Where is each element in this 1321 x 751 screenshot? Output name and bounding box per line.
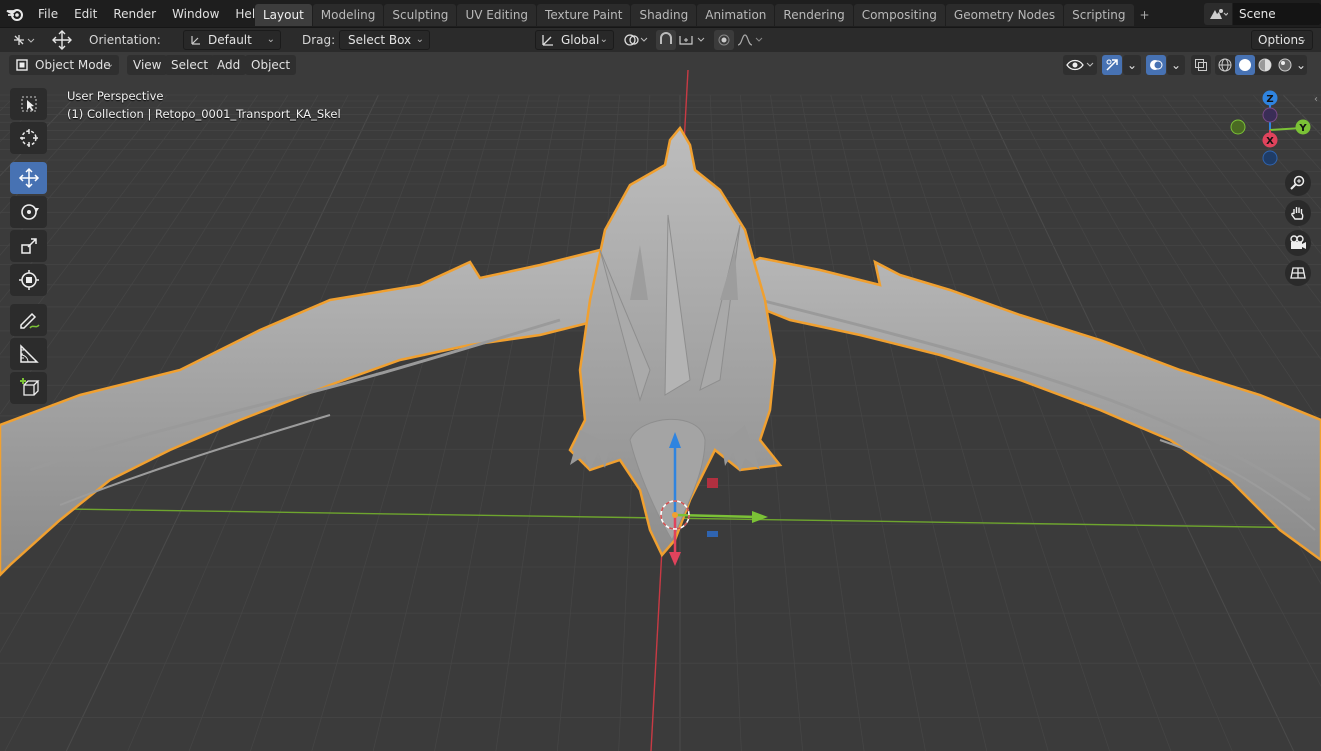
menu-render[interactable]: Render [105,0,164,28]
object-menu[interactable]: Object [245,55,297,75]
sidebar-toggle-icon[interactable]: ‹ [1314,94,1318,105]
chevron-down-icon: ⌄ [1298,34,1307,45]
gizmo-y-label: Y [1298,123,1307,134]
wireframe-shading-icon[interactable] [1215,55,1235,75]
orientation-value: Default [208,33,252,47]
object-mode-dropdown[interactable]: Object Mode ⌄ [9,55,119,75]
top-bar: File Edit Render Window Help Layout Mode… [0,0,1321,28]
snap-toggle-icon[interactable] [656,30,676,50]
tab-geometry-nodes[interactable]: Geometry Nodes [945,4,1064,26]
scene-selector[interactable]: Scene [1204,3,1321,25]
drag-label: Drag: [302,33,336,47]
tab-modeling[interactable]: Modeling [312,4,384,26]
tab-shading[interactable]: Shading [631,4,697,26]
visibility-icon[interactable] [1063,55,1097,75]
cursor-icon[interactable] [10,122,47,154]
rotate-icon[interactable] [10,196,47,228]
move-tool-icon[interactable] [49,30,75,50]
drag-value: Select Box [348,33,412,47]
falloff-curve-icon[interactable] [736,30,766,50]
pivot-point-icon[interactable] [620,30,652,50]
add-cube-icon[interactable] [10,372,47,404]
transform-pivot-icon[interactable] [9,30,39,50]
chevron-down-icon: ⌄ [415,34,424,45]
view-menu[interactable]: View [127,55,168,75]
viewport-header: Object Mode ⌄ View Select Add Object ⌄ ⌄… [0,52,1321,78]
chevron-down-icon: ⌄ [105,59,114,70]
global-axis-icon [542,35,553,46]
overlays-toggle-icon[interactable] [1146,55,1166,75]
perspective-label: User Perspective [67,89,164,103]
scale-icon[interactable] [10,230,47,262]
chevron-down-icon[interactable]: ⌄ [1123,55,1141,75]
blender-logo-icon[interactable] [0,0,30,28]
gizmo-x-label: X [1266,136,1274,147]
transform-orientation-value: Global [561,33,600,47]
tab-layout[interactable]: Layout [255,4,312,26]
select-box-icon[interactable] [10,88,47,120]
grid-view-icon[interactable] [1285,260,1311,286]
chevron-down-icon: ⌄ [266,34,275,45]
menu-file[interactable]: File [30,0,66,28]
solid-shading-icon[interactable] [1235,55,1255,75]
left-toolbar [10,88,48,406]
axis-orientation-icon [191,36,200,45]
hand-pan-icon[interactable] [1285,200,1311,226]
tab-scripting[interactable]: Scripting [1064,4,1134,26]
viewport-info: User Perspective (1) Collection | Retopo… [67,87,341,123]
transform-icon[interactable] [10,264,47,296]
gizmo-toggle-icon[interactable] [1102,55,1122,75]
add-workspace-icon[interactable]: + [1135,4,1155,26]
orientation-label: Orientation: [89,33,161,47]
rendered-shading-icon[interactable] [1275,55,1295,75]
collection-label: (1) Collection | Retopo_0001_Transport_K… [67,107,341,121]
drag-dropdown[interactable]: Select Box ⌄ [339,30,430,50]
scene-icon[interactable] [1204,3,1232,25]
workspace-tabs: Layout Modeling Sculpting UV Editing Tex… [255,4,1156,26]
shading-modes: ⌄ [1215,55,1307,75]
material-shading-icon[interactable] [1255,55,1275,75]
select-menu[interactable]: Select [165,55,215,75]
tab-sculpting[interactable]: Sculpting [384,4,457,26]
chevron-down-icon[interactable]: ⌄ [1295,55,1307,75]
tab-animation[interactable]: Animation [697,4,775,26]
annotate-icon[interactable] [10,304,47,336]
move-icon[interactable] [10,162,47,194]
tab-rendering[interactable]: Rendering [775,4,853,26]
options-dropdown[interactable]: Options ⌄ [1251,30,1313,50]
tab-compositing[interactable]: Compositing [853,4,945,26]
tool-settings-bar: Orientation: Default ⌄ Drag: Select Box … [0,28,1321,52]
camera-icon[interactable] [1285,230,1311,256]
scene-name-field[interactable]: Scene [1233,3,1321,25]
object-mode-value: Object Mode [35,58,111,72]
xray-toggle-icon[interactable] [1191,55,1211,75]
viewport-scene[interactable] [0,52,1321,751]
transform-orientation-dropdown[interactable]: Global ⌄ [535,30,614,50]
menu-edit[interactable]: Edit [66,0,105,28]
tab-uv-editing[interactable]: UV Editing [457,4,537,26]
measure-icon[interactable] [10,338,47,370]
gizmo-z-label: Z [1266,94,1273,105]
tab-texture-paint[interactable]: Texture Paint [537,4,631,26]
options-label: Options [1258,33,1305,47]
chevron-down-icon: ⌄ [599,34,608,45]
proportional-edit-icon[interactable] [714,30,734,50]
3d-viewport[interactable]: User Perspective (1) Collection | Retopo… [0,52,1321,751]
snap-target-icon[interactable] [678,30,708,50]
orientation-dropdown[interactable]: Default ⌄ [183,30,281,50]
menu-window[interactable]: Window [164,0,227,28]
navigation-gizmo[interactable]: Z Y X [1226,90,1316,170]
object-mode-icon [16,59,28,71]
zoom-icon[interactable] [1285,170,1311,196]
add-menu[interactable]: Add [211,55,247,75]
chevron-down-icon[interactable]: ⌄ [1167,55,1185,75]
